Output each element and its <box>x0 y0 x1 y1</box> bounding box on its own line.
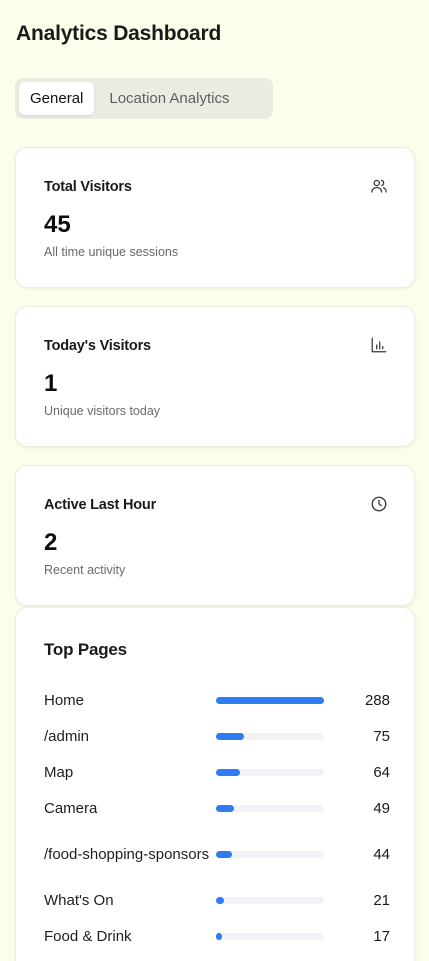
stat-subtitle: All time unique sessions <box>44 245 179 259</box>
page-name: Home <box>44 691 85 709</box>
progress-fill <box>216 732 245 740</box>
progress-fill <box>216 932 223 940</box>
users-icon <box>370 177 388 195</box>
page-name: /admin <box>44 727 90 745</box>
progress-fill <box>216 896 224 904</box>
progress-track <box>216 768 324 776</box>
list-item: Food & Drink 17 <box>44 918 390 954</box>
list-item: /admin 75 <box>44 718 390 754</box>
stat-subtitle: Recent activity <box>44 563 126 577</box>
progress-fill <box>216 850 233 858</box>
stat-title: Total Visitors <box>44 179 132 195</box>
top-pages-list: Home 288 /admin 75 Map 64 Camera 49 /foo <box>44 682 390 954</box>
todays-visitors-card: Today's Visitors 1 Unique visitors today <box>15 306 415 447</box>
top-pages-title: Top Pages <box>44 640 127 659</box>
progress-track <box>216 804 324 812</box>
progress-fill <box>216 804 235 812</box>
list-item: Camera 49 <box>44 790 390 826</box>
list-item: Map 64 <box>44 754 390 790</box>
active-last-hour-card: Active Last Hour 2 Recent activity <box>15 465 415 606</box>
page-name: Map <box>44 763 74 781</box>
progress-track <box>216 896 324 904</box>
stat-value: 1 <box>44 370 58 397</box>
tab-general[interactable]: General <box>19 82 95 115</box>
stat-value: 45 <box>44 211 71 238</box>
page-name: /food-shopping-sponsors <box>44 845 210 863</box>
list-item: Home 288 <box>44 682 390 718</box>
stat-value: 2 <box>44 529 58 556</box>
bar-chart-icon <box>370 336 388 354</box>
page-count: 49 <box>373 799 390 817</box>
progress-fill <box>216 696 324 704</box>
tab-location-analytics[interactable]: Location Analytics <box>98 82 240 115</box>
progress-track <box>216 932 324 940</box>
page-name: Camera <box>44 799 98 817</box>
top-pages-card: Top Pages Home 288 /admin 75 Map 64 Came… <box>15 607 415 961</box>
page-name: What's On <box>44 891 114 909</box>
page-count: 64 <box>373 763 390 781</box>
progress-track <box>216 696 324 704</box>
stat-subtitle: Unique visitors today <box>44 404 161 418</box>
stat-title: Today's Visitors <box>44 338 151 354</box>
page-title: Analytics Dashboard <box>16 22 222 45</box>
page-count: 288 <box>364 691 390 709</box>
total-visitors-card: Total Visitors 45 All time unique sessio… <box>15 147 415 288</box>
page-count: 75 <box>373 727 390 745</box>
analytics-page: Analytics Dashboard General Location Ana… <box>0 0 429 961</box>
clock-icon <box>370 495 388 513</box>
page-name: Food & Drink <box>44 927 132 945</box>
tab-bar: General Location Analytics <box>15 78 273 119</box>
page-count: 21 <box>373 891 390 909</box>
page-count: 17 <box>373 927 390 945</box>
stat-title: Active Last Hour <box>44 497 157 513</box>
progress-track <box>216 732 324 740</box>
list-item: What's On 21 <box>44 882 390 918</box>
progress-fill <box>216 768 240 776</box>
page-count: 44 <box>373 845 390 863</box>
progress-track <box>216 850 324 858</box>
list-item: /food-shopping-sponsors 44 <box>44 826 390 882</box>
